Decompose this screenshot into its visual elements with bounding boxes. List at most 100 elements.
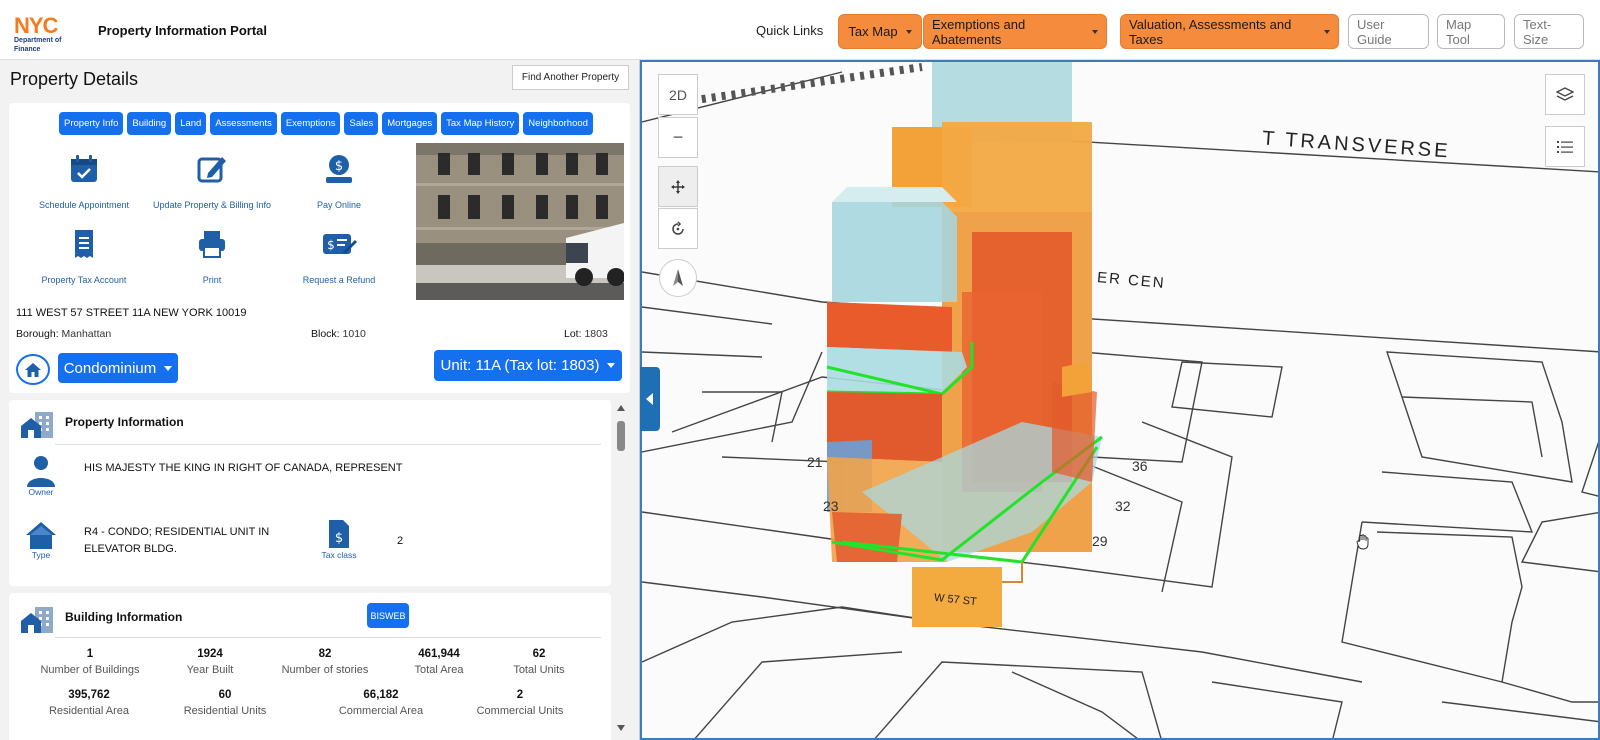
tax-map-canvas: [642, 62, 1598, 738]
property-type-value: Condominium: [63, 359, 157, 377]
find-another-property-button[interactable]: Find Another Property: [512, 65, 629, 90]
divider: [55, 444, 601, 445]
stat-year-built: 1924 Year Built: [170, 648, 250, 676]
list-icon: [1557, 140, 1573, 153]
lot-number: 36: [1132, 458, 1148, 474]
bisweb-button[interactable]: BISWEB: [367, 603, 409, 628]
refund-icon: $: [323, 234, 357, 254]
top-bar: NYC Department of Finance Property Infor…: [0, 0, 1600, 60]
nyc-dof-logo[interactable]: NYC Department of Finance: [14, 15, 88, 54]
property-type-dropdown[interactable]: Condominium: [58, 353, 178, 383]
pay-online-action[interactable]: $ Pay Online: [264, 153, 414, 210]
tab-neighborhood[interactable]: Neighborhood: [523, 112, 593, 135]
lot-value: 1803: [584, 328, 608, 340]
caret-down-icon: [905, 29, 912, 34]
stat-total-units: 62 Total Units: [499, 648, 579, 676]
logo-subtext: Department of Finance: [14, 37, 62, 53]
portal-title: Property Information Portal: [98, 23, 268, 38]
tab-assessments[interactable]: Assessments: [210, 112, 277, 135]
map-tool-button[interactable]: Map Tool: [1437, 14, 1505, 49]
stat-label: Residential Area: [48, 705, 130, 717]
stat-value: 82: [318, 648, 332, 660]
document-dollar-icon: $: [329, 520, 349, 548]
text-size-button[interactable]: Text-Size: [1514, 14, 1584, 49]
stat-value: 62: [532, 648, 546, 660]
property-address: 111 WEST 57 STREET 11A NEW YORK 10019: [16, 307, 247, 319]
property-summary-card: Property Info Building Land Assessments …: [9, 103, 630, 393]
svg-text:$: $: [327, 238, 335, 252]
lot-number: 29: [1092, 533, 1108, 549]
svg-text:$: $: [335, 531, 343, 546]
type-value: R4 - CONDO; RESIDENTIAL UNIT IN ELEVATOR…: [84, 526, 270, 555]
stat-label: Commercial Units: [476, 705, 564, 717]
borough-field: Borough: Manhattan: [16, 328, 111, 340]
stat-label: Total Units: [513, 664, 565, 676]
unit-value: Unit: 11A (Tax lot: 1803): [440, 357, 600, 374]
stat-total-area: 461,944 Total Area: [399, 648, 479, 676]
stat-value: 461,944: [418, 648, 460, 660]
exemptions-label: Exemptions and Abatements: [932, 16, 1026, 47]
layers-button[interactable]: [1545, 74, 1585, 115]
legend-button[interactable]: [1545, 126, 1585, 167]
exemptions-button[interactable]: Exemptions and Abatements: [923, 14, 1107, 49]
tax-map-button[interactable]: Tax Map: [838, 14, 922, 49]
user-guide-button[interactable]: User Guide: [1348, 14, 1429, 49]
block-label: Block:: [311, 328, 340, 340]
details-scroll-area[interactable]: Property Information Owner HIS MAJESTY T…: [9, 400, 634, 740]
type-block: Type: [23, 520, 59, 560]
home-button[interactable]: [16, 354, 50, 385]
printer-icon: [199, 231, 225, 258]
compass-button[interactable]: [659, 259, 697, 297]
borough-value: Manhattan: [61, 328, 112, 340]
rotate-icon: [672, 220, 684, 235]
tab-tax-map-history[interactable]: Tax Map History: [441, 112, 520, 135]
stat-value: 66,182: [363, 689, 399, 701]
property-information-card: Property Information Owner HIS MAJESTY T…: [9, 400, 611, 586]
section-tabs: Property Info Building Land Assessments …: [59, 112, 593, 135]
layers-icon: [1556, 86, 1574, 101]
rotate-button[interactable]: [658, 208, 698, 249]
tab-land[interactable]: Land: [175, 112, 207, 135]
map-3d-view[interactable]: T TRANSVERSE ER CEN W 57 ST 21 23 36 32 …: [640, 60, 1600, 740]
toggle-2d-button[interactable]: 2D: [658, 74, 698, 115]
owner-value: HIS MAJESTY THE KING IN RIGHT OF CANADA,…: [84, 462, 403, 474]
stat-residential-units: 60 Residential Units: [170, 689, 280, 717]
building-information-card: Building Information BISWEB 1 Number of B…: [9, 593, 611, 740]
building-information-title: Building Information: [65, 610, 183, 624]
unit-dropdown[interactable]: Unit: 11A (Tax lot: 1803): [434, 350, 622, 381]
caret-down-icon: [1324, 29, 1330, 34]
tab-building[interactable]: Building: [127, 112, 172, 135]
tax-class-value: 2: [397, 535, 404, 547]
tab-sales[interactable]: Sales: [344, 112, 379, 135]
request-refund-action[interactable]: $ Request a Refund: [264, 228, 414, 285]
pan-button[interactable]: [658, 166, 698, 207]
lot-number: 32: [1115, 498, 1131, 514]
collapse-panel-button[interactable]: [640, 367, 660, 431]
zoom-out-button[interactable]: −: [658, 117, 698, 158]
tab-exemptions[interactable]: Exemptions: [280, 112, 341, 135]
tab-property-info[interactable]: Property Info: [59, 112, 124, 135]
caret-down-icon: [1092, 29, 1098, 34]
scrollbar[interactable]: [615, 402, 627, 734]
stat-label: Commercial Area: [338, 705, 424, 717]
pay-online-icon: $: [326, 155, 352, 183]
lot-label: Lot:: [564, 328, 582, 340]
tax-class-label: Tax class: [321, 550, 357, 560]
compass-icon: [673, 269, 683, 286]
scrollbar-thumb[interactable]: [617, 421, 625, 451]
stat-value: 395,762: [68, 689, 110, 701]
stat-label: Total Area: [414, 664, 464, 676]
property-details-panel: Property Details Find Another Property P…: [0, 60, 640, 740]
stat-label: Residential Units: [183, 705, 267, 717]
stat-residential-area: 395,762 Residential Area: [39, 689, 139, 717]
tax-map-label: Tax Map: [848, 24, 898, 39]
valuation-button[interactable]: Valuation, Assessments and Taxes: [1120, 14, 1339, 49]
stat-value: 2: [516, 689, 524, 701]
house-icon: [26, 522, 56, 549]
tax-class-block: $ Tax class: [317, 518, 361, 560]
caret-down-icon: [164, 365, 173, 371]
building-3d-model: [826, 62, 1103, 627]
tab-mortgages[interactable]: Mortgages: [382, 112, 438, 135]
edit-icon: [197, 157, 226, 183]
lot-field: Lot: 1803: [564, 328, 608, 340]
